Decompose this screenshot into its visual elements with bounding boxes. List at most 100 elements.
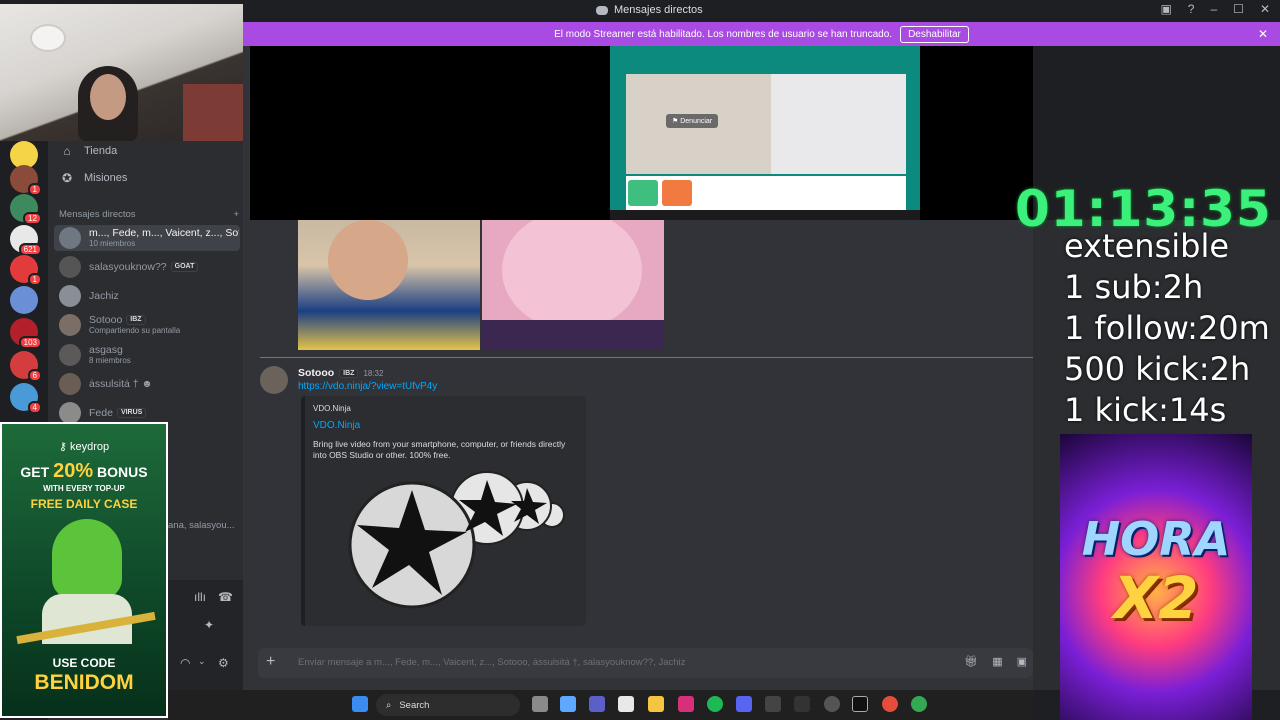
server-icon[interactable]: 1 [10, 255, 42, 286]
report-button[interactable]: ⚑ Denunciar [666, 114, 719, 128]
keydrop-logo: ⚷ keydrop [58, 441, 110, 453]
shared-taskbar [610, 210, 920, 220]
dm-item[interactable]: Jachiz [54, 283, 240, 309]
app-icon[interactable] [765, 696, 781, 712]
chrome-icon[interactable] [882, 696, 898, 712]
shop-icon: ⌂ [63, 144, 71, 158]
new-messages-divider [260, 357, 1050, 358]
subathon-line: 1 kick:14s [1064, 391, 1227, 429]
avatar[interactable] [260, 366, 288, 394]
role-tag: GOAT [170, 261, 199, 273]
task-view-icon[interactable] [532, 696, 548, 712]
windows-start-icon[interactable] [352, 696, 368, 712]
keydrop-ad: ⚷ keydrop GET 20% BONUS WITH EVERY TOP-U… [0, 422, 168, 718]
copilot-icon[interactable] [560, 696, 576, 712]
bonus-line: GET 20% BONUS [20, 460, 148, 482]
shared-orange-button [662, 180, 692, 206]
dm-item[interactable]: m..., Fede, m..., Vaicent, z..., Sot... 1… [54, 225, 240, 251]
disconnect-icon[interactable]: ☎ [218, 590, 233, 604]
dm-item[interactable]: ȧssulsitȧ † ☻ [54, 371, 240, 397]
character-cape [482, 320, 664, 350]
subathon-line: 1 follow:20m [1064, 309, 1270, 347]
discord-icon [596, 5, 608, 15]
embed-title[interactable]: VDO.Ninja [313, 420, 360, 431]
chrome-icon[interactable] [911, 696, 927, 712]
sticker-icon[interactable]: ▣ [1017, 655, 1027, 668]
avatar [59, 373, 81, 395]
promo-code: BENIDOM [34, 671, 134, 694]
disable-streamer-button[interactable]: Deshabilitar [900, 25, 969, 43]
chevron-down-icon[interactable]: ⌄ [198, 656, 206, 667]
shared-screen-view[interactable]: ⚑ Denunciar [610, 46, 920, 220]
help-icon[interactable]: ? [1188, 2, 1195, 16]
promo-word: X2 [1113, 564, 1199, 632]
server-icon[interactable]: 12 [10, 194, 42, 225]
avatar [59, 227, 81, 249]
discord-app-icon[interactable] [736, 696, 752, 712]
activity-icon[interactable]: ✦ [204, 618, 214, 632]
avatar [59, 344, 81, 366]
app-icon[interactable] [824, 696, 840, 712]
store-icon[interactable] [618, 696, 634, 712]
inbox-icon[interactable]: ▣ [1160, 2, 1171, 16]
server-icon[interactable] [10, 286, 38, 314]
message-input[interactable]: Enviar mensaje a m..., Fede, m..., Vaice… [298, 657, 685, 668]
subathon-line: 500 kick:2h [1064, 350, 1251, 388]
nav-quests-label: Misiones [84, 172, 128, 184]
windows-taskbar: ⌕ Search [168, 690, 1033, 720]
vdo-ninja-logo-icon [348, 471, 565, 609]
minimize-button[interactable]: – [1210, 2, 1217, 16]
avatar [59, 314, 81, 336]
app-icon[interactable] [794, 696, 810, 712]
add-dm-button[interactable]: + [233, 209, 239, 220]
message-author[interactable]: Sotooo [298, 367, 334, 379]
gift-icon[interactable]: 🎁︎ [964, 655, 978, 668]
dm-item[interactable]: asgasg 8 miembros [54, 342, 240, 368]
streamer-mode-banner: El modo Streamer está habilitado. Los no… [243, 22, 1280, 46]
headphones-icon[interactable]: ◠ [180, 656, 190, 670]
photo-face [328, 220, 408, 300]
attachment-image[interactable] [298, 220, 480, 350]
voice-panel: ıllı ☎ ✦ ◠ ⌄ ⚙ [168, 580, 243, 690]
ceiling-lamp [30, 24, 66, 52]
server-icon[interactable]: 6 [10, 351, 42, 382]
dm-section-header: Mensajes directos + [59, 209, 239, 220]
spotify-icon[interactable] [707, 696, 723, 712]
dm-item[interactable]: salasyouknow?? GOAT [54, 254, 240, 280]
message-timestamp: 18:32 [363, 368, 384, 378]
use-code-label: USE CODE [52, 656, 116, 670]
voice-group-name: ana, salasyou... [168, 520, 235, 531]
soundboard-icon[interactable]: ıllı [194, 590, 206, 604]
nav-quests[interactable]: ✪ Misiones [60, 171, 127, 185]
streamer-face [90, 74, 126, 120]
server-icon[interactable]: 4 [10, 383, 42, 414]
file-explorer-icon[interactable] [648, 696, 664, 712]
window-controls: ▣ ? – ☐ ✕ [1160, 2, 1270, 16]
instagram-icon[interactable] [678, 696, 694, 712]
close-banner-icon[interactable]: ✕ [1258, 27, 1268, 41]
taskbar-search[interactable]: ⌕ Search [376, 694, 520, 716]
nav-store[interactable]: ⌂ Tienda [60, 144, 117, 158]
maximize-button[interactable]: ☐ [1233, 2, 1244, 16]
quests-icon: ✪ [61, 171, 73, 185]
gear-icon[interactable]: ⚙ [218, 656, 229, 670]
close-window-button[interactable]: ✕ [1260, 2, 1270, 16]
shared-video-right [771, 74, 906, 174]
message-link[interactable]: https://vdo.ninja/?view=tUfvP4y [298, 381, 437, 392]
role-tag: IBZ [339, 368, 359, 378]
epic-games-icon[interactable] [852, 696, 868, 712]
avatar [59, 402, 81, 424]
server-icon[interactable]: 621 [10, 225, 42, 256]
server-icon[interactable]: 1 [10, 165, 42, 196]
add-attachment-icon[interactable]: + [266, 653, 275, 671]
nav-store-label: Tienda [84, 145, 118, 157]
gif-icon[interactable]: ▦ [992, 655, 1002, 668]
subathon-rules: extensible 1 sub:2h 1 follow:20m 500 kic… [1064, 226, 1270, 431]
subathon-line: extensible [1064, 227, 1230, 265]
teams-icon[interactable] [589, 696, 605, 712]
character-face [502, 220, 642, 330]
attachment-image[interactable] [482, 220, 664, 350]
server-icon[interactable]: 103 [10, 318, 42, 349]
message-composer[interactable]: + Enviar mensaje a m..., Fede, m..., Vai… [258, 648, 1033, 678]
dm-item[interactable]: Sotooo IBZ Compartiendo su pantalla [54, 312, 240, 338]
